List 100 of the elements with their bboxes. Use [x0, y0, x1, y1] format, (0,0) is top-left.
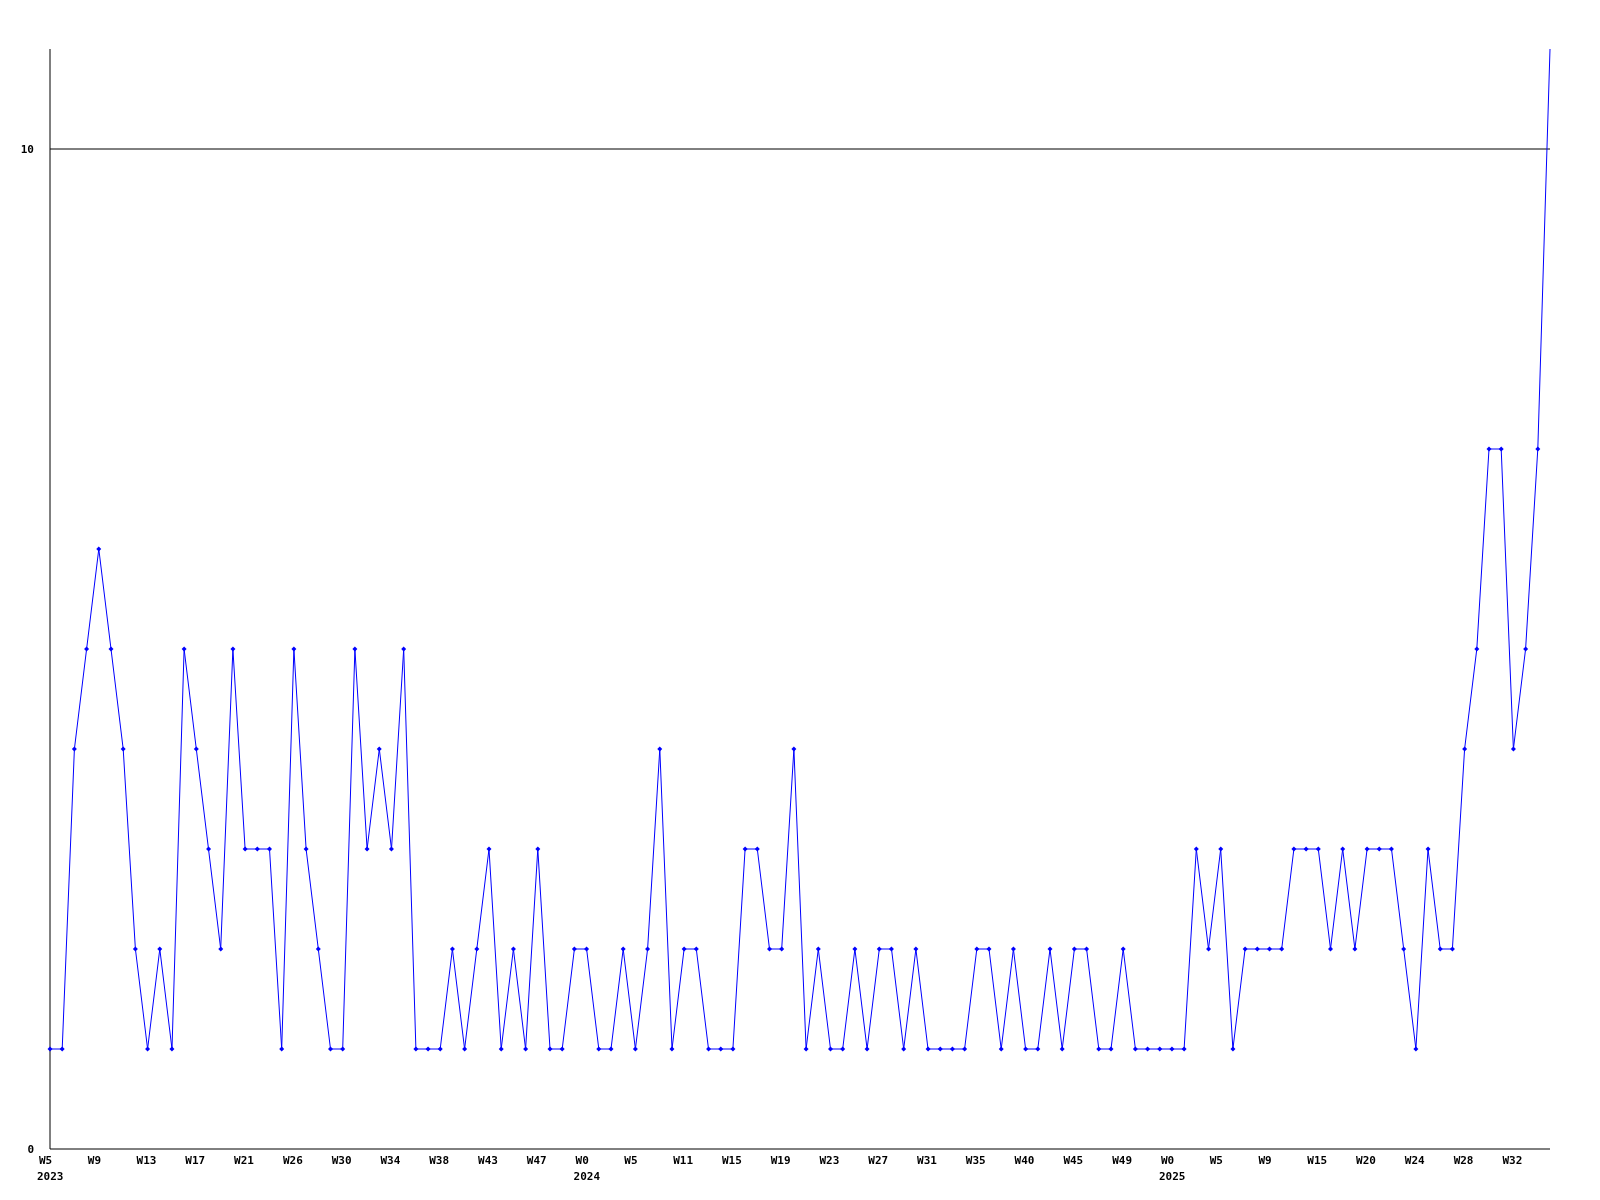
data-point: [1510, 746, 1516, 752]
axis-tick-label: W28: [1453, 1154, 1474, 1167]
data-point: [1535, 446, 1541, 452]
data-point: [706, 1046, 712, 1052]
data-point: [1340, 846, 1346, 852]
data-point: [754, 846, 760, 852]
axis-tick-label: W11: [673, 1154, 693, 1167]
axis-tick-label: W43: [478, 1154, 498, 1167]
axis-tick-label: W24: [1404, 1154, 1425, 1167]
data-point: [657, 746, 663, 752]
data-point: [291, 646, 297, 652]
axis-tick-label: W27: [868, 1154, 889, 1167]
data-point: [876, 946, 882, 952]
data-point: [1328, 946, 1333, 952]
data-point: [974, 946, 980, 952]
axis-tick-label: W13: [136, 1154, 157, 1167]
data-point: [779, 946, 785, 952]
data-point: [1181, 1046, 1187, 1052]
data-point: [669, 1046, 675, 1052]
data-point: [328, 1046, 333, 1052]
data-point: [1254, 946, 1260, 952]
data-point: [1193, 846, 1199, 852]
data-point: [1303, 846, 1309, 852]
data-point: [47, 1046, 53, 1052]
data-point: [71, 746, 77, 752]
data-point: [145, 1046, 151, 1052]
data-point: [84, 646, 90, 652]
data-point: [510, 946, 516, 952]
axis-tick-label: W5 2023: [37, 1154, 64, 1183]
data-point: [1071, 946, 1077, 952]
axis-tick-label: W45: [1063, 1154, 1084, 1167]
data-point: [157, 946, 163, 952]
data-point: [401, 646, 407, 652]
axis-tick-label: 0: [27, 1143, 34, 1156]
axis-tick-label: W9: [87, 1154, 102, 1167]
data-point: [1120, 946, 1126, 952]
data-point: [230, 646, 236, 652]
data-point: [1401, 946, 1407, 952]
axis-tick-label: W20: [1356, 1154, 1376, 1167]
data-point: [1145, 1046, 1151, 1052]
data-point: [1084, 946, 1090, 952]
data-point: [303, 846, 309, 852]
axis-tick-label: W40: [1014, 1154, 1035, 1167]
data-point: [913, 946, 919, 952]
data-point: [1267, 946, 1272, 952]
data-point: [169, 1046, 175, 1052]
data-point: [181, 646, 187, 652]
axis-tick-label: W9: [1258, 1154, 1272, 1167]
data-point: [852, 946, 858, 952]
data-point: [730, 1046, 736, 1052]
axis-tick-label: W21: [234, 1154, 254, 1167]
data-point: [742, 846, 748, 852]
data-point: [815, 946, 821, 952]
data-point: [1315, 846, 1321, 852]
data-point: [376, 746, 382, 752]
axis-tick-label: W0 2024: [573, 1154, 601, 1183]
data-point: [1010, 946, 1016, 952]
data-point: [620, 946, 626, 952]
data-point: [547, 1046, 553, 1052]
data-point: [1279, 946, 1285, 952]
data-point: [315, 946, 321, 952]
data-point: [596, 1046, 602, 1052]
axis-tick-label: W19: [770, 1154, 791, 1167]
data-point: [1169, 1046, 1175, 1052]
data-point: [364, 846, 370, 852]
data-point: [1449, 946, 1455, 952]
data-point: [413, 1046, 419, 1052]
data-point: [120, 746, 126, 752]
data-point: [535, 846, 541, 852]
data-point: [571, 946, 577, 952]
data-point: [279, 1046, 285, 1052]
axis-tick-label: W17: [185, 1154, 206, 1167]
data-point: [1059, 1046, 1065, 1052]
data-point: [998, 1046, 1004, 1052]
data-point: [828, 1046, 833, 1052]
data-point: [791, 746, 797, 752]
data-point: [388, 846, 394, 852]
data-point: [1291, 846, 1297, 852]
data-point: [1498, 446, 1504, 452]
data-point: [218, 946, 224, 952]
data-point: [437, 1046, 443, 1052]
data-point: [608, 1046, 614, 1052]
data-point: [59, 1046, 65, 1052]
axis-tick-label: W0 2025: [1158, 1154, 1186, 1183]
data-point: [1206, 946, 1212, 952]
data-point: [925, 1046, 931, 1052]
data-point: [193, 746, 199, 752]
data-point: [267, 846, 272, 852]
axis-tick-label: W5: [624, 1154, 638, 1167]
data-point: [1425, 846, 1431, 852]
data-point: [1132, 1046, 1138, 1052]
data-point: [632, 1046, 638, 1052]
axis-tick-label: W47: [526, 1154, 547, 1167]
data-point: [986, 946, 992, 952]
data-point: [108, 646, 114, 652]
data-point: [718, 1046, 724, 1052]
data-point: [449, 946, 455, 952]
data-point: [254, 846, 260, 852]
data-point: [486, 846, 492, 852]
axis-tick-label: W49: [1112, 1154, 1133, 1167]
